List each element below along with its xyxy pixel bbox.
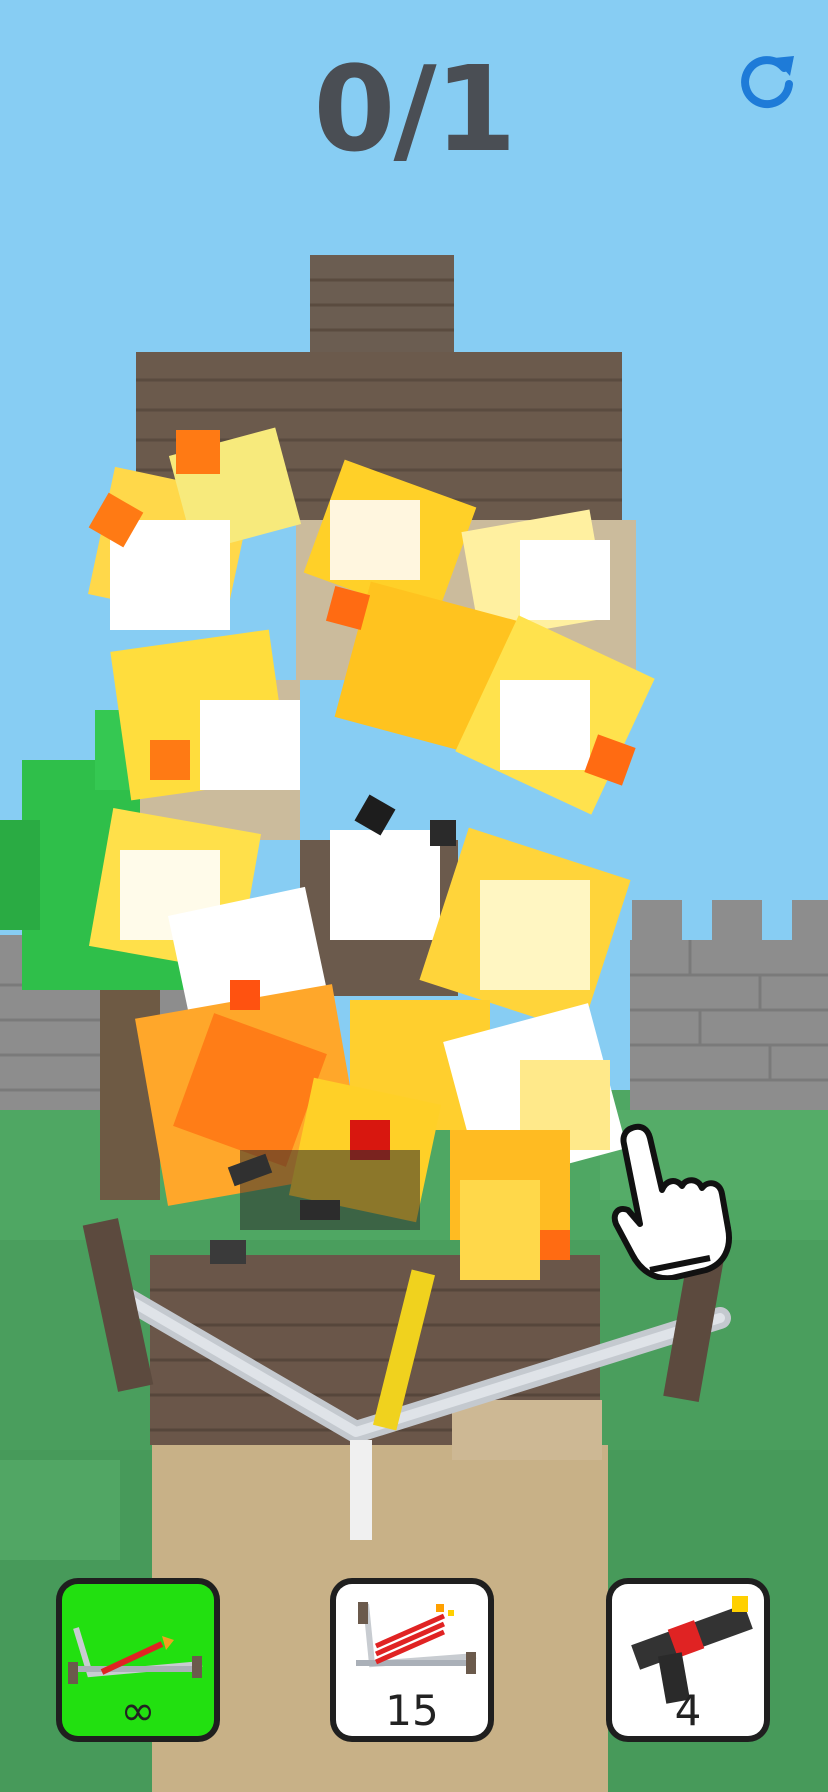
weapon-ammo-count: ∞ xyxy=(120,1686,156,1735)
weapon-button-crossbow-fire-multishot[interactable]: 15 xyxy=(330,1578,494,1742)
weapon-slot: 4 xyxy=(612,1584,764,1736)
restart-icon xyxy=(741,56,794,109)
weapon-button-cannon[interactable]: 4 xyxy=(606,1578,770,1742)
weapon-slot: 15 xyxy=(336,1584,488,1736)
level-progress-counter: 0/1 xyxy=(313,40,516,178)
game-scene[interactable] xyxy=(0,0,828,1792)
weapon-ammo-count: 4 xyxy=(674,1686,702,1735)
weapon-ammo-count: 15 xyxy=(385,1686,439,1735)
pointing-hand-icon xyxy=(611,1123,732,1282)
restart-button[interactable] xyxy=(734,46,800,112)
castle-wall-right xyxy=(630,900,828,1110)
weapon-button-crossbow-basic[interactable]: ∞ xyxy=(56,1578,220,1742)
weapon-slot-selected: ∞ xyxy=(62,1584,214,1736)
tutorial-pointer xyxy=(610,1120,760,1282)
